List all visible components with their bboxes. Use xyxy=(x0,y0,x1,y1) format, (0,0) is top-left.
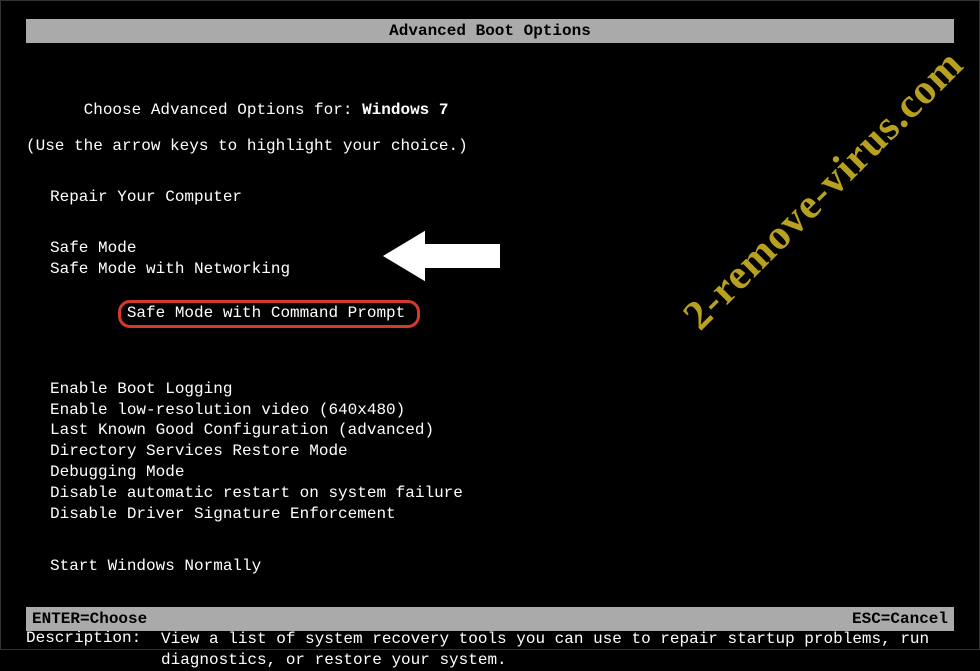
window-title: Advanced Boot Options xyxy=(389,22,591,40)
instructions: Choose Advanced Options for: Windows 7 (… xyxy=(26,83,954,155)
footer-esc: ESC=Cancel xyxy=(852,610,948,628)
boot-menu[interactable]: Repair Your Computer Safe Mode Safe Mode… xyxy=(50,187,954,577)
menu-item-safe-mode-cmd[interactable]: Safe Mode with Command Prompt xyxy=(50,279,954,348)
footer-bar: ENTER=Choose ESC=Cancel xyxy=(26,607,954,631)
menu-item-ds-restore[interactable]: Directory Services Restore Mode xyxy=(50,441,954,462)
menu-item-boot-logging[interactable]: Enable Boot Logging xyxy=(50,379,954,400)
title-bar: Advanced Boot Options xyxy=(26,19,954,43)
menu-item-safe-mode[interactable]: Safe Mode xyxy=(50,238,954,259)
menu-item-low-res[interactable]: Enable low-resolution video (640x480) xyxy=(50,400,954,421)
highlighted-selection: Safe Mode with Command Prompt xyxy=(118,300,420,328)
menu-item-safe-mode-networking[interactable]: Safe Mode with Networking xyxy=(50,259,954,280)
content-area: Choose Advanced Options for: Windows 7 (… xyxy=(1,83,979,671)
footer-enter: ENTER=Choose xyxy=(32,610,147,628)
menu-item-last-known-good[interactable]: Last Known Good Configuration (advanced) xyxy=(50,420,954,441)
menu-item-debugging[interactable]: Debugging Mode xyxy=(50,462,954,483)
menu-item-repair[interactable]: Repair Your Computer xyxy=(50,187,954,208)
instruction-hint: (Use the arrow keys to highlight your ch… xyxy=(26,137,954,155)
menu-item-disable-sig[interactable]: Disable Driver Signature Enforcement xyxy=(50,504,954,525)
menu-item-disable-restart[interactable]: Disable automatic restart on system fail… xyxy=(50,483,954,504)
os-name: Windows 7 xyxy=(362,101,448,119)
instruction-prefix: Choose Advanced Options for: xyxy=(84,101,362,119)
menu-item-start-normally[interactable]: Start Windows Normally xyxy=(50,556,954,577)
